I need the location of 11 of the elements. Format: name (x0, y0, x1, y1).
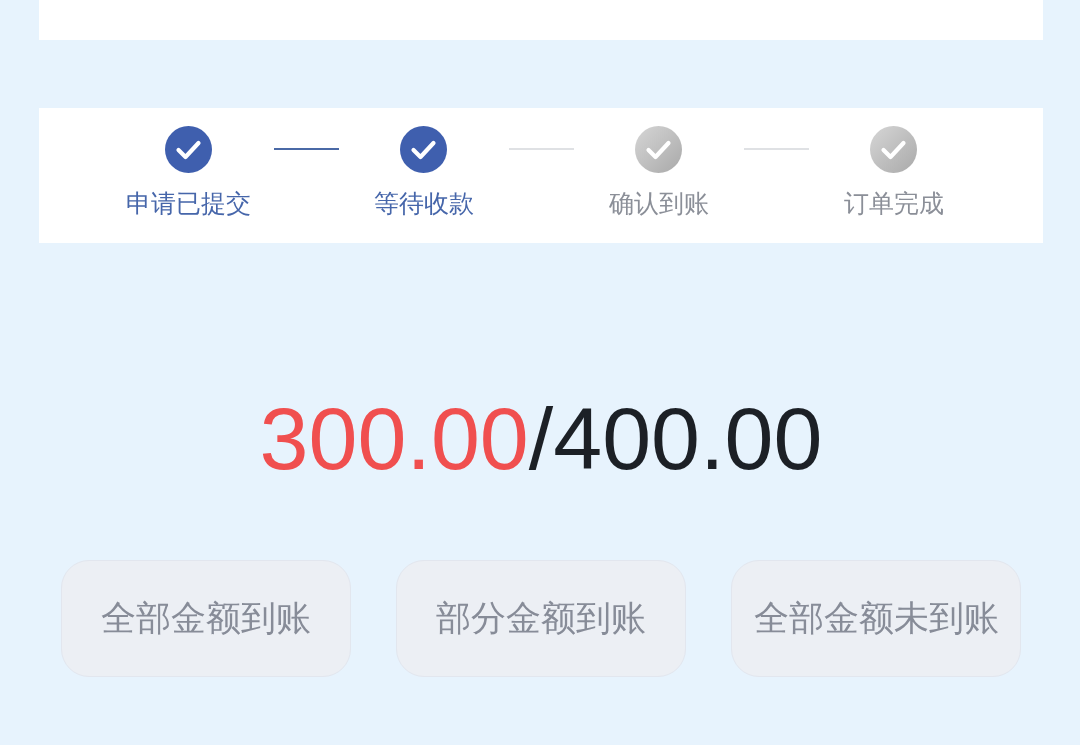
status-button[interactable]: 全部金额到账 (61, 560, 351, 677)
step-label: 订单完成 (843, 189, 944, 219)
step-label: 申请已提交 (126, 189, 251, 219)
step-connector (743, 148, 809, 150)
amount-text: 300.00/400.00 (259, 389, 823, 489)
step-connector (273, 148, 339, 150)
step-label: 确认到账 (608, 189, 709, 219)
status-button[interactable]: 部分金额到账 (396, 560, 686, 677)
status-button[interactable]: 全部金额未到账 (731, 560, 1021, 677)
step-label: 等待收款 (373, 189, 474, 219)
step-connector (508, 148, 574, 150)
